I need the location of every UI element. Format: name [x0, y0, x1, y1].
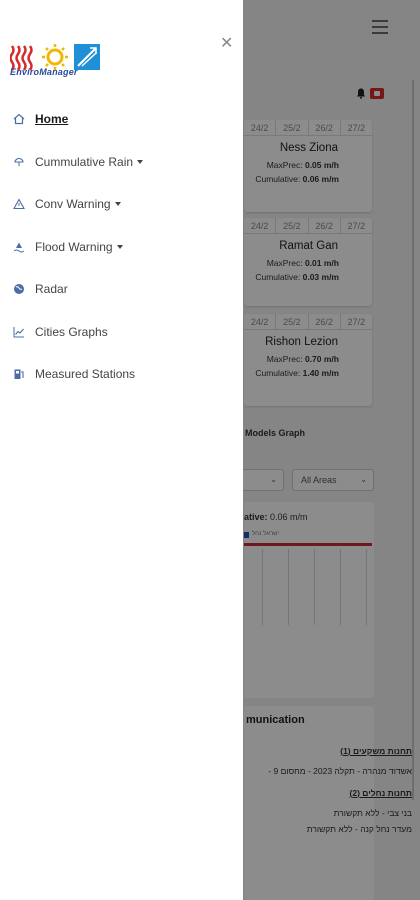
- nav-label-cities-graphs: Cities Graphs: [35, 324, 108, 339]
- warning-icon: [12, 197, 26, 211]
- nav-label-radar: Radar: [35, 282, 68, 297]
- caret-down-icon: [116, 244, 123, 249]
- nav-label-cummulative-rain: Cummulative Rain: [35, 154, 134, 169]
- nav-label-measured-stations: Measured Stations: [35, 367, 136, 382]
- rain-icon: [12, 155, 26, 169]
- nav-item-cummulative-rain[interactable]: Cummulative Rain: [0, 141, 243, 184]
- nav-label-home: Home: [35, 112, 69, 127]
- nav-item-cities-graphs[interactable]: Cities Graphs: [0, 311, 243, 354]
- station-icon: [12, 367, 26, 381]
- chart-icon: [12, 325, 26, 339]
- nav-item-radar[interactable]: Radar: [0, 268, 243, 311]
- drawer-overlay[interactable]: [243, 0, 420, 900]
- nav-item-flood-warning[interactable]: Flood Warning: [0, 226, 243, 269]
- caret-down-icon: [114, 202, 121, 207]
- nav-item-home[interactable]: Home: [0, 98, 243, 141]
- navigation-drawer: EnviroManager ✕ Home Cummulative Rain Co…: [0, 0, 243, 900]
- radar-icon: [12, 282, 26, 296]
- caret-down-icon: [137, 159, 144, 164]
- nav-label-flood-warning: Flood Warning: [35, 239, 113, 254]
- close-icon[interactable]: ✕: [220, 36, 233, 52]
- nav-label-conv-warning: Conv Warning: [35, 197, 111, 212]
- logo-text: EnviroManager: [10, 67, 78, 77]
- nav-item-conv-warning[interactable]: Conv Warning: [0, 183, 243, 226]
- drawer-nav: Home Cummulative Rain Conv Warning Flood…: [0, 98, 243, 396]
- nav-item-measured-stations[interactable]: Measured Stations: [0, 353, 243, 396]
- flood-icon: [12, 240, 26, 254]
- home-icon: [12, 112, 26, 126]
